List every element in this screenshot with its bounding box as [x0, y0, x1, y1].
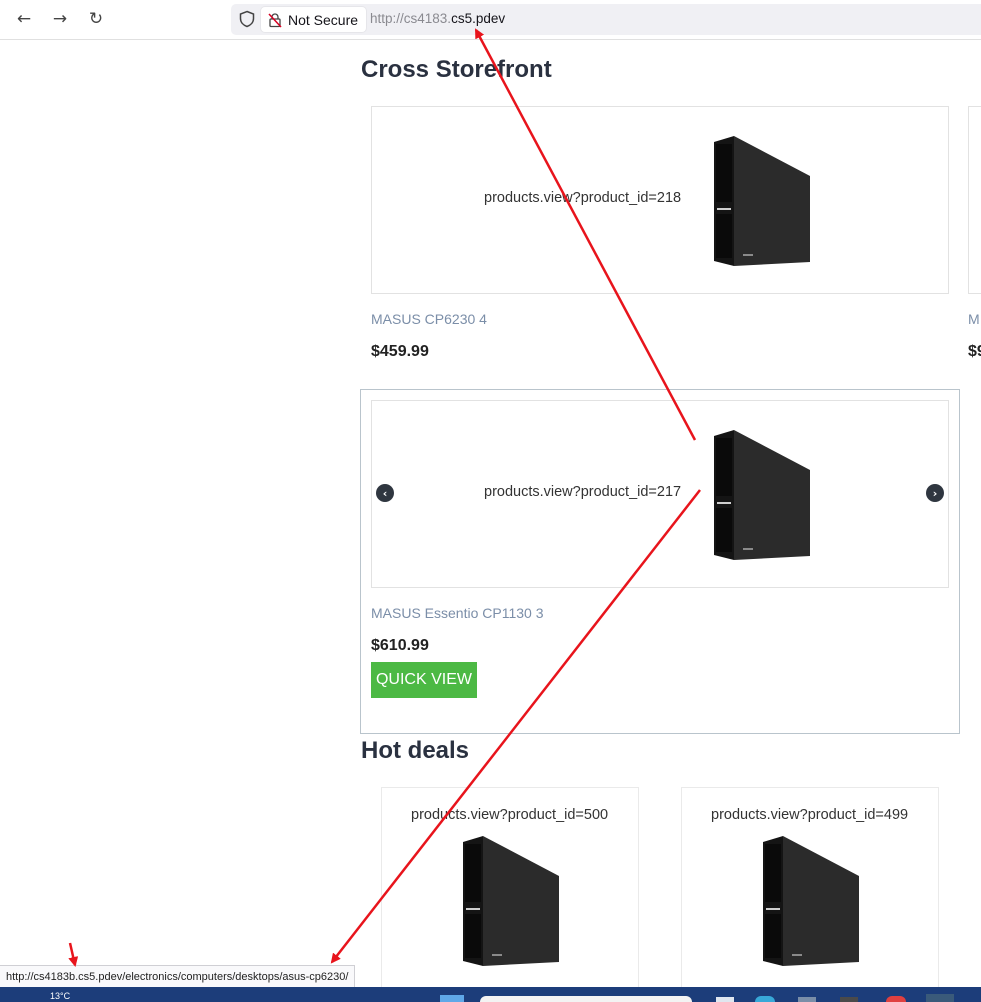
annotation-arrows	[68, 28, 701, 967]
